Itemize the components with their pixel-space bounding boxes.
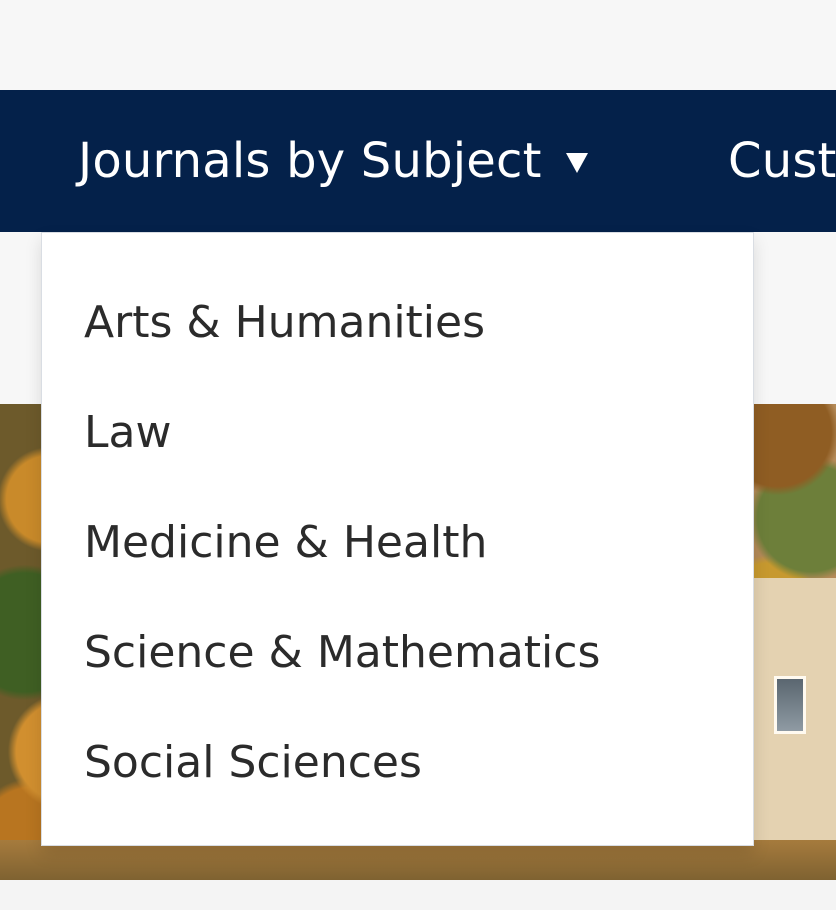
hero-ground [0, 840, 836, 880]
nav-customer-services[interactable]: Cust [728, 90, 836, 232]
bottom-strip [0, 880, 836, 910]
main-navbar: Journals by Subject Cust [0, 90, 836, 232]
hero-window [774, 676, 806, 734]
menu-item-arts-humanities[interactable]: Arts & Humanities [42, 267, 753, 377]
subject-dropdown-menu: Arts & Humanities Law Medicine & Health … [41, 232, 754, 846]
nav-customer-services-label: Cust [728, 133, 836, 189]
nav-journals-label: Journals by Subject [78, 133, 542, 189]
menu-item-social-sciences[interactable]: Social Sciences [42, 707, 753, 817]
caret-down-icon [565, 153, 588, 173]
nav-journals-by-subject[interactable]: Journals by Subject [78, 90, 588, 232]
menu-item-law[interactable]: Law [42, 377, 753, 487]
menu-item-science-mathematics[interactable]: Science & Mathematics [42, 597, 753, 707]
menu-item-medicine-health[interactable]: Medicine & Health [42, 487, 753, 597]
top-strip [0, 0, 836, 90]
subject-list: Arts & Humanities Law Medicine & Health … [42, 233, 753, 817]
